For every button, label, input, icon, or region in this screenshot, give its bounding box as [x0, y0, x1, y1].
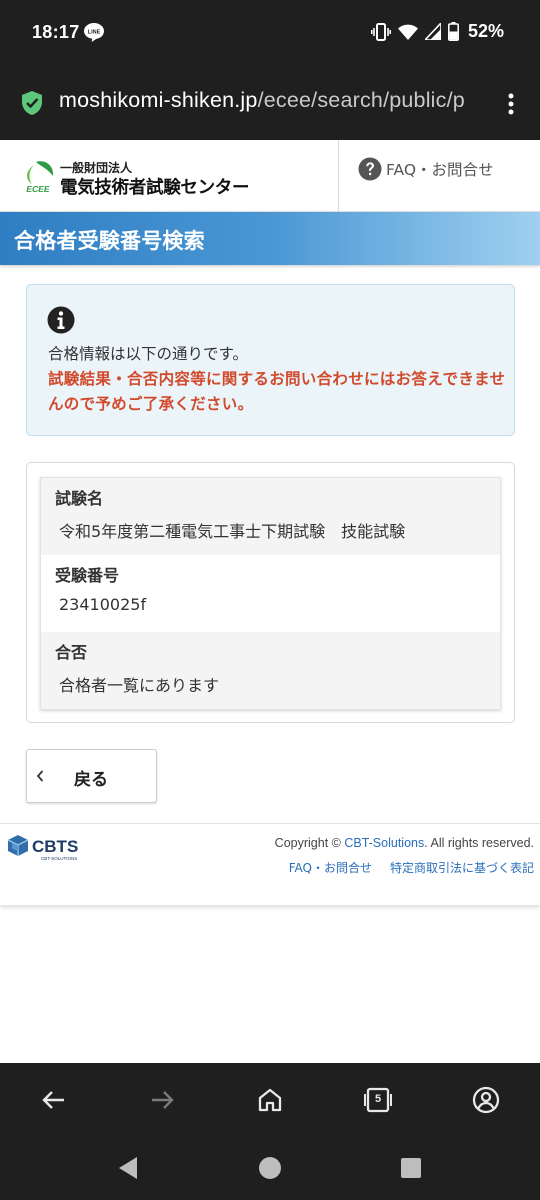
vibrate-icon: [370, 22, 391, 41]
status-icons: 52%: [370, 21, 504, 42]
nav-home-icon[interactable]: [258, 1156, 282, 1180]
browser-toolbar: 5: [0, 1063, 540, 1135]
result-panel: 試験名 令和5年度第二種電気工事士下期試験 技能試験 受験番号 23410025…: [26, 462, 515, 723]
faq-contact-link[interactable]: FAQ・お問合せ: [358, 157, 494, 181]
header-divider: [338, 140, 339, 212]
result-table: 試験名 令和5年度第二種電気工事士下期試験 技能試験 受験番号 23410025…: [40, 477, 501, 710]
back-label: 戻る: [74, 770, 108, 789]
page-title: 合格者受験番号検索: [14, 229, 205, 253]
battery-icon: [447, 22, 459, 41]
home-icon[interactable]: [256, 1086, 284, 1114]
cbts-logo[interactable]: CBTS CBT-SOLUTIONS: [6, 832, 102, 868]
cbts-logo-subtext: CBT-SOLUTIONS: [41, 856, 77, 861]
browser-url-bar[interactable]: moshikomi-shiken.jp/ecee/search/public/p: [0, 66, 540, 140]
alert-warning: 試験結果・合否内容等に関するお問い合わせにはお答えできませんので予めご了承くださ…: [48, 370, 506, 413]
chevron-left-icon: [36, 770, 44, 782]
result-label: 受験番号: [55, 566, 120, 585]
url-path: /ecee/search/public/p: [257, 88, 465, 112]
footer-commerce-law-link[interactable]: 特定商取引法に基づく表記: [390, 859, 534, 876]
cbts-logo-text: CBTS: [32, 837, 78, 856]
site-footer: CBTS CBT-SOLUTIONS Copyright © CBT-Solut…: [0, 823, 540, 905]
ecee-logo-text: ECEE: [26, 184, 49, 194]
nav-recents-icon[interactable]: [401, 1158, 421, 1178]
question-circle-icon: [358, 157, 382, 181]
footer-faq-link[interactable]: FAQ・お問合せ: [289, 859, 372, 876]
url-host: moshikomi-shiken.jp: [59, 88, 258, 112]
ecee-logo-icon[interactable]: ECEE: [20, 160, 56, 194]
forward-arrow-icon[interactable]: [148, 1086, 176, 1114]
faq-label: FAQ・お問合せ: [386, 161, 494, 179]
copyright: Copyright © CBT-Solutions. All rights re…: [275, 836, 534, 850]
security-shield-icon[interactable]: [21, 91, 43, 115]
tab-count: 5: [374, 1093, 382, 1105]
result-value: 合格者一覧にあります: [59, 676, 220, 695]
line-app-icon: LINE: [84, 23, 104, 42]
cbt-solutions-link[interactable]: CBT-Solutions: [344, 836, 424, 850]
copyright-suffix: . All rights reserved.: [424, 836, 534, 850]
info-alert: 合格情報は以下の通りです。 試験結果・合否内容等に関するお問い合わせにはお答えで…: [26, 284, 515, 436]
back-button[interactable]: 戻る: [26, 749, 157, 803]
account-icon[interactable]: [472, 1086, 500, 1114]
tabs-button[interactable]: 5: [364, 1086, 392, 1114]
info-icon: [47, 306, 75, 334]
result-value: 23410025f: [59, 595, 147, 614]
page-title-band: 合格者受験番号検索: [0, 212, 540, 265]
status-bar: 18:17 LINE 52%: [0, 0, 540, 66]
org-name[interactable]: 電気技術者試験センター: [60, 174, 250, 199]
result-label: 合否: [55, 643, 88, 662]
footer-links: FAQ・お問合せ 特定商取引法に基づく表記: [289, 859, 534, 876]
nav-back-icon[interactable]: [117, 1156, 139, 1180]
svg-text:LINE: LINE: [88, 30, 101, 36]
system-nav-bar: [0, 1135, 540, 1200]
copyright-prefix: Copyright ©: [274, 836, 345, 850]
url-text[interactable]: moshikomi-shiken.jp/ecee/search/public/p: [59, 88, 479, 113]
result-row-exam-name: 試験名 令和5年度第二種電気工事士下期試験 技能試験: [41, 478, 500, 555]
battery-percentage: 52%: [467, 21, 504, 41]
alert-message: 合格情報は以下の通りです。: [48, 345, 248, 363]
result-value: 令和5年度第二種電気工事士下期試験 技能試験: [59, 522, 406, 541]
result-label: 試験名: [55, 489, 104, 508]
site-header: ECEE 一般財団法人 電気技術者試験センター FAQ・お問合せ: [0, 140, 540, 212]
result-row-exam-number: 受験番号 23410025f: [41, 555, 500, 632]
more-menu-icon[interactable]: [508, 93, 514, 115]
signal-icon: [424, 23, 441, 40]
result-row-pass-fail: 合否 合格者一覧にあります: [41, 632, 500, 709]
status-time: 18:17: [32, 22, 80, 42]
wifi-icon: [397, 24, 418, 40]
back-arrow-icon[interactable]: [40, 1086, 68, 1114]
